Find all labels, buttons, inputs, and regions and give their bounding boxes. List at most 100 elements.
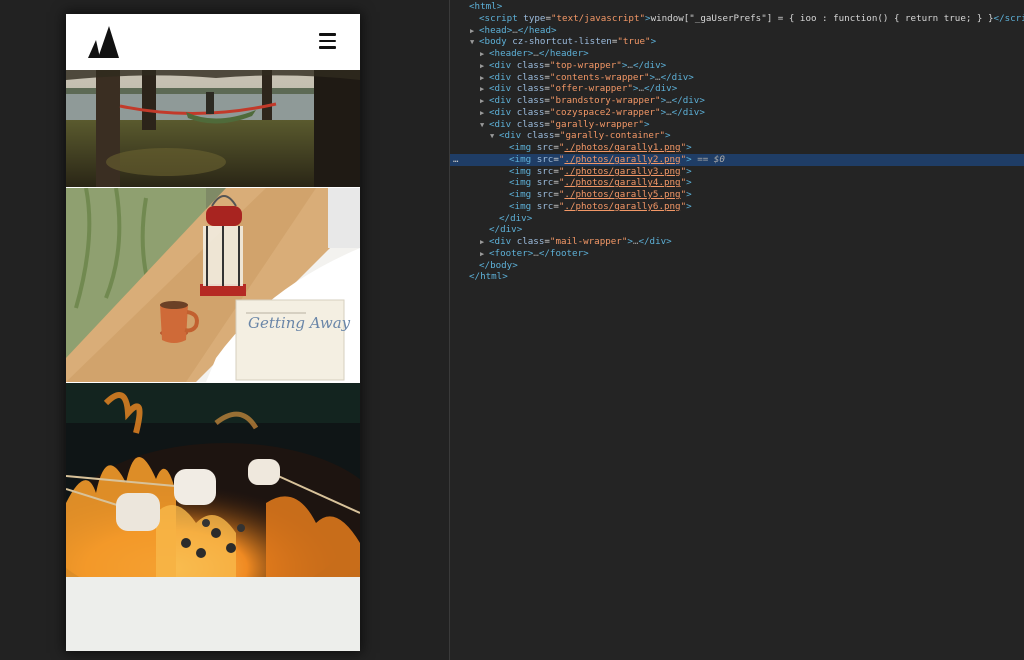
dom-node-top-wrapper[interactable]: ▶ <div class="top-wrapper">…</div> [450,60,1024,72]
closing-tag-name: footer [549,247,584,259]
device-preview: Getting Away [0,0,449,660]
closing-tag-name: head [528,24,551,36]
attribute-name: class [516,118,545,130]
attribute-name: src [536,177,554,189]
console-ref-label: == $0 [691,153,725,165]
tag-name: head [484,24,507,36]
attribute-link[interactable]: ./photos/garally6.png [564,201,680,212]
tag-name: img [514,165,532,177]
tag-name: script [484,12,518,24]
attribute-name: src [536,200,554,212]
tag-name: div [494,118,512,130]
dom-node-div-close-1[interactable]: </div> [450,213,1024,225]
tag-name: img [514,153,532,165]
expand-triangle-icon[interactable]: ▶ [480,107,489,119]
attribute-link[interactable]: ./photos/garally4.png [564,177,680,188]
attribute-name: cz-shortcut-listen [512,36,612,48]
book-title: Getting Away [248,314,351,332]
attribute-value: "text/javascript" [550,12,646,24]
dom-node-html-open[interactable]: <html> [450,1,1024,13]
dom-node-brandstory-wrapper[interactable]: ▶ <div class="brandstory-wrapper">…</div> [450,95,1024,107]
closing-tag-name: script [1004,12,1024,24]
dom-node-img5[interactable]: <img src="./photos/garally5.png"> [450,189,1024,201]
closing-tag-name: div [682,106,700,118]
attribute-name: src [536,142,554,153]
attribute-name: class [516,59,545,71]
tag-name: div [494,83,512,95]
tag-name: div [494,95,512,106]
dom-node-img3[interactable]: <img src="./photos/garally3.png"> [450,166,1024,178]
dom-node-cozyspace2-wrapper[interactable]: ▶ <div class="cozyspace2-wrapper">…</div> [450,107,1024,119]
attribute-value: "cozyspace2-wrapper" [549,106,661,118]
gallery-photo-hammock [66,70,360,187]
dom-node-header[interactable]: ▶ <header>…</header> [450,48,1024,60]
tag-name: footer [494,247,528,259]
mobile-viewport: Getting Away [66,14,360,651]
dom-node-footer[interactable]: ▶ <footer>…</footer> [450,248,1024,260]
dom-node-offer-wrapper[interactable]: ▶ <div class="offer-wrapper">…</div> [450,83,1024,95]
expand-triangle-icon[interactable]: ▶ [480,60,489,72]
closing-tag-name: html [480,271,503,283]
expand-triangle-icon[interactable]: ▶ [480,248,489,260]
dom-node-garally-container[interactable]: ▼ <div class="garally-container"> [450,130,1024,142]
attribute-name: class [516,95,545,106]
dom-node-script[interactable]: <script type="text/javascript">window["_… [450,13,1024,25]
site-header [66,14,360,70]
collapse-triangle-icon[interactable]: ▼ [480,119,489,131]
script-text: window["_gaUserPrefs"] = { ioo : functio… [650,12,994,24]
expand-triangle-icon[interactable]: ▶ [480,95,489,107]
dom-node-garally-wrapper[interactable]: ▼ <div class="garally-wrapper"> [450,119,1024,131]
attribute-value: "top-wrapper" [549,59,622,71]
closing-tag-name: div [671,71,689,83]
dom-node-body-close[interactable]: </body> [450,260,1024,272]
collapse-triangle-icon[interactable]: ▼ [490,130,499,142]
closing-tag-name: div [649,236,667,247]
attribute-link[interactable]: ./photos/garally2.png [564,154,680,165]
attribute-value: "contents-wrapper" [549,71,650,83]
dom-node-contents-wrapper[interactable]: ▶ <div class="contents-wrapper">…</div> [450,72,1024,84]
hamburger-menu-icon[interactable] [319,33,336,49]
dom-node-img4[interactable]: <img src="./photos/garally4.png"> [450,177,1024,189]
attribute-name: class [516,83,545,95]
expand-triangle-icon[interactable]: ▶ [480,48,489,60]
attribute-value: "garally-container" [559,130,666,142]
attribute-link[interactable]: ./photos/garally5.png [564,189,680,200]
closing-tag-name: header [549,48,584,59]
attribute-name: class [526,130,555,142]
dom-node-html-close[interactable]: </html> [450,271,1024,283]
tag-name: img [514,177,532,189]
page-bottom-area [66,577,360,651]
logo-icon[interactable] [88,26,122,58]
attribute-link[interactable]: ./photos/garally1.png [564,142,680,153]
attribute-value: "brandstory-wrapper" [549,95,661,106]
attribute-name: class [516,236,545,247]
attribute-name: src [536,153,554,165]
expand-triangle-icon[interactable]: ▶ [480,72,489,84]
attribute-name: type [523,12,546,24]
dom-node-img1[interactable]: <img src="./photos/garally1.png"> [450,142,1024,154]
tag-name: div [504,130,522,142]
closing-tag-name: div [655,83,672,95]
attribute-value: "mail-wrapper" [549,236,628,247]
attribute-link[interactable]: ./photos/garally3.png [564,166,680,177]
expand-triangle-icon[interactable]: ▶ [480,83,489,95]
dom-node-img6[interactable]: <img src="./photos/garally6.png"> [450,201,1024,213]
attribute-value: "offer-wrapper" [549,83,633,95]
gallery-photo-lantern: Getting Away [66,188,360,382]
expand-triangle-icon[interactable]: ▶ [470,25,479,37]
dom-node-body[interactable]: ▼ <body cz-shortcut-listen="true"> [450,36,1024,48]
closing-tag-name: div [510,212,527,224]
attribute-name: src [536,165,554,177]
expand-triangle-icon[interactable]: ▶ [480,236,489,248]
closing-tag-name: div [682,95,700,106]
tag-name: img [514,142,532,153]
collapse-triangle-icon[interactable]: ▼ [470,36,479,48]
dom-node-head[interactable]: ▶ <head>…</head> [450,25,1024,37]
devtools-elements-panel: <html> <script type="text/javascript">win… [450,0,1024,660]
gallery-photo-campfire [66,383,360,577]
attribute-value: "garally-wrapper" [549,118,644,130]
dom-node-mail-wrapper[interactable]: ▶ <div class="mail-wrapper">…</div> [450,236,1024,248]
dom-node-img2[interactable]: <img src="./photos/garally2.png"> == $0… [450,153,1024,166]
node-actions-icon[interactable]: … [453,154,458,166]
dom-node-div-close-2[interactable]: </div> [450,224,1024,236]
